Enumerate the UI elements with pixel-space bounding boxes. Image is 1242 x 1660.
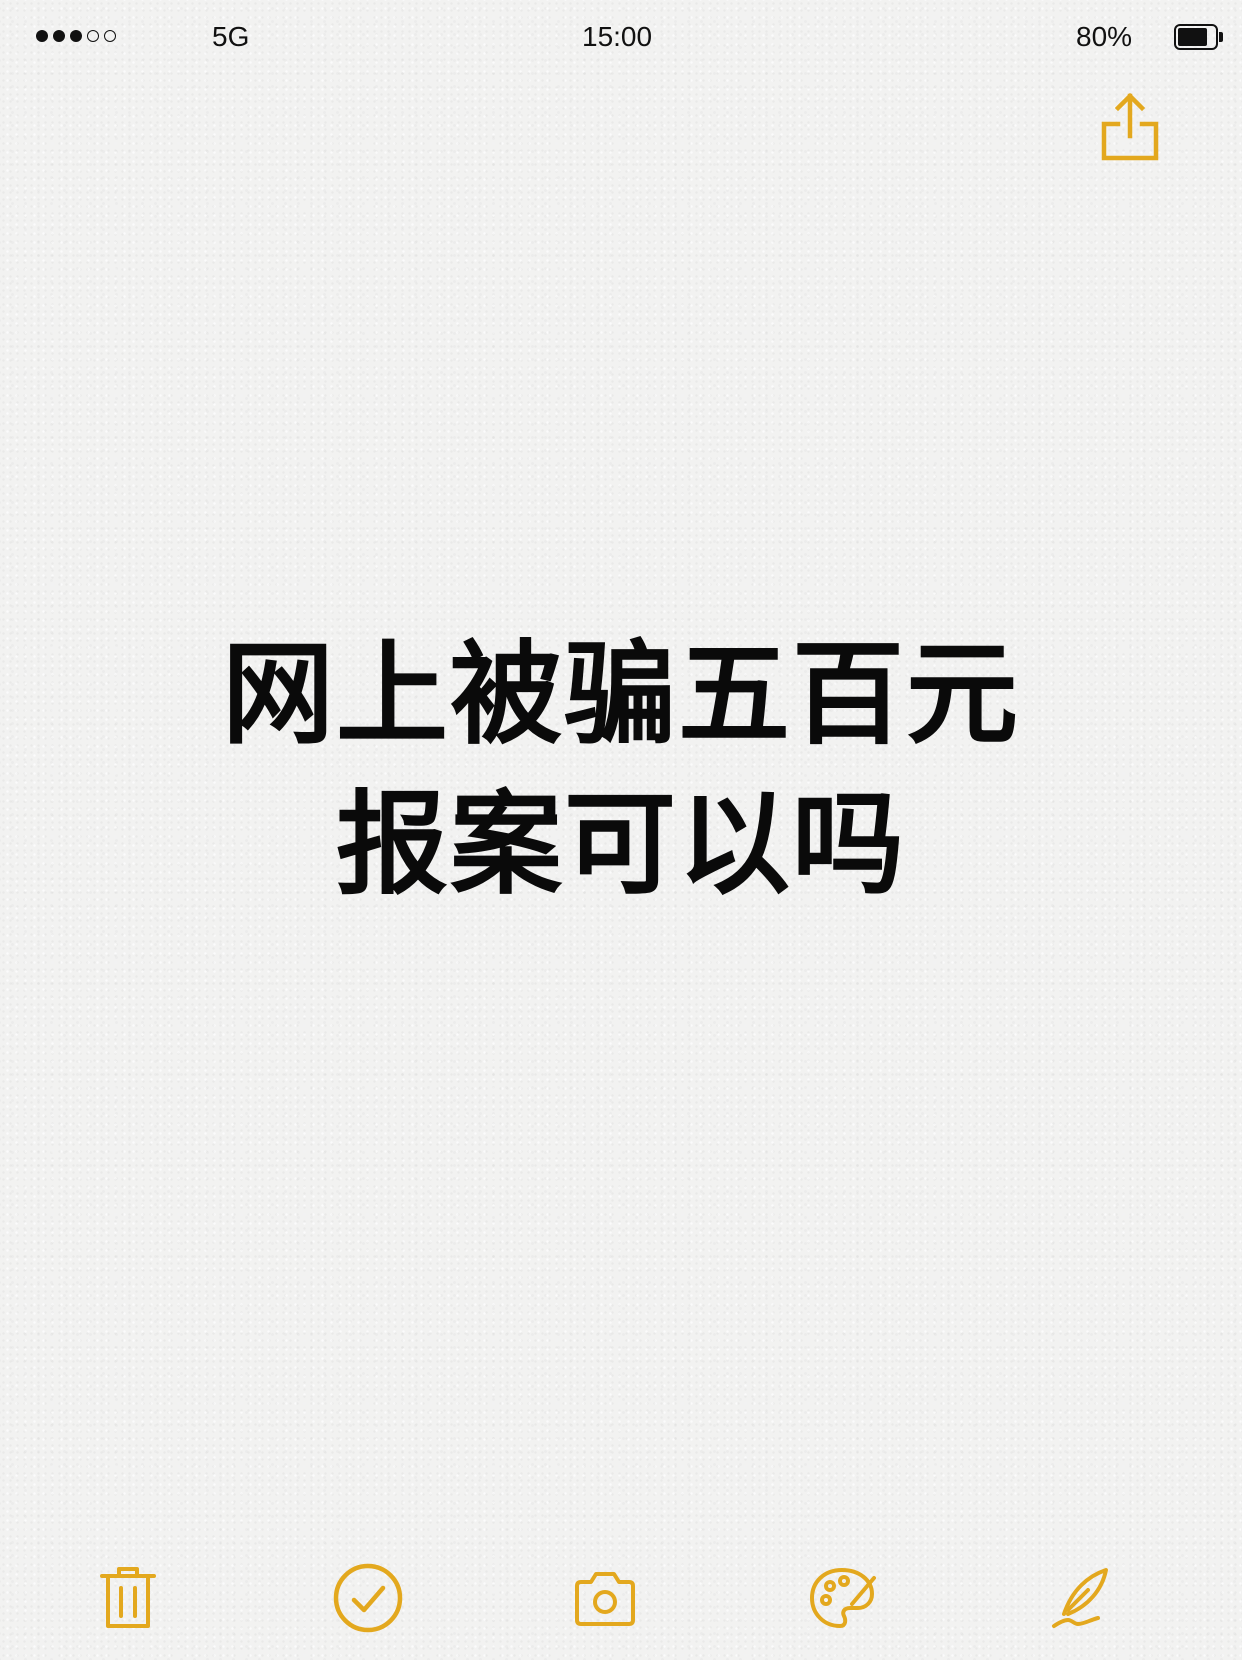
compose-button[interactable] xyxy=(1044,1560,1120,1636)
camera-icon xyxy=(575,1572,635,1626)
clock: 15:00 xyxy=(582,21,653,52)
signal-dot xyxy=(104,30,116,42)
bottom-toolbar xyxy=(0,1560,1242,1636)
status-bar: 5G 15:00 80% xyxy=(0,0,1242,76)
checklist-button[interactable] xyxy=(330,1560,406,1636)
signal-strength-indicator xyxy=(36,30,116,42)
trash-icon xyxy=(100,1567,156,1628)
signal-dot xyxy=(70,30,82,42)
drawing-button[interactable] xyxy=(804,1560,880,1636)
delete-button[interactable] xyxy=(90,1560,166,1636)
note-title-line-2: 报案可以吗 xyxy=(336,780,906,910)
battery-level xyxy=(1178,28,1207,46)
palette-icon xyxy=(810,1568,876,1628)
checklist-icon xyxy=(333,1563,403,1633)
signal-dot xyxy=(53,30,65,42)
battery-icon xyxy=(1174,24,1223,50)
pen-icon xyxy=(1052,1568,1108,1628)
signal-dot xyxy=(36,30,48,42)
share-button[interactable] xyxy=(1096,90,1164,166)
note-content[interactable]: 网上被骗五百元 报案可以吗 xyxy=(0,620,1242,920)
signal-dot xyxy=(87,30,99,42)
share-icon xyxy=(1101,92,1159,161)
note-title-line-1: 网上被骗五百元 xyxy=(222,630,1020,760)
camera-button[interactable] xyxy=(567,1560,643,1636)
network-type: 5G xyxy=(212,21,250,52)
battery-percentage: 80% xyxy=(1076,21,1133,52)
